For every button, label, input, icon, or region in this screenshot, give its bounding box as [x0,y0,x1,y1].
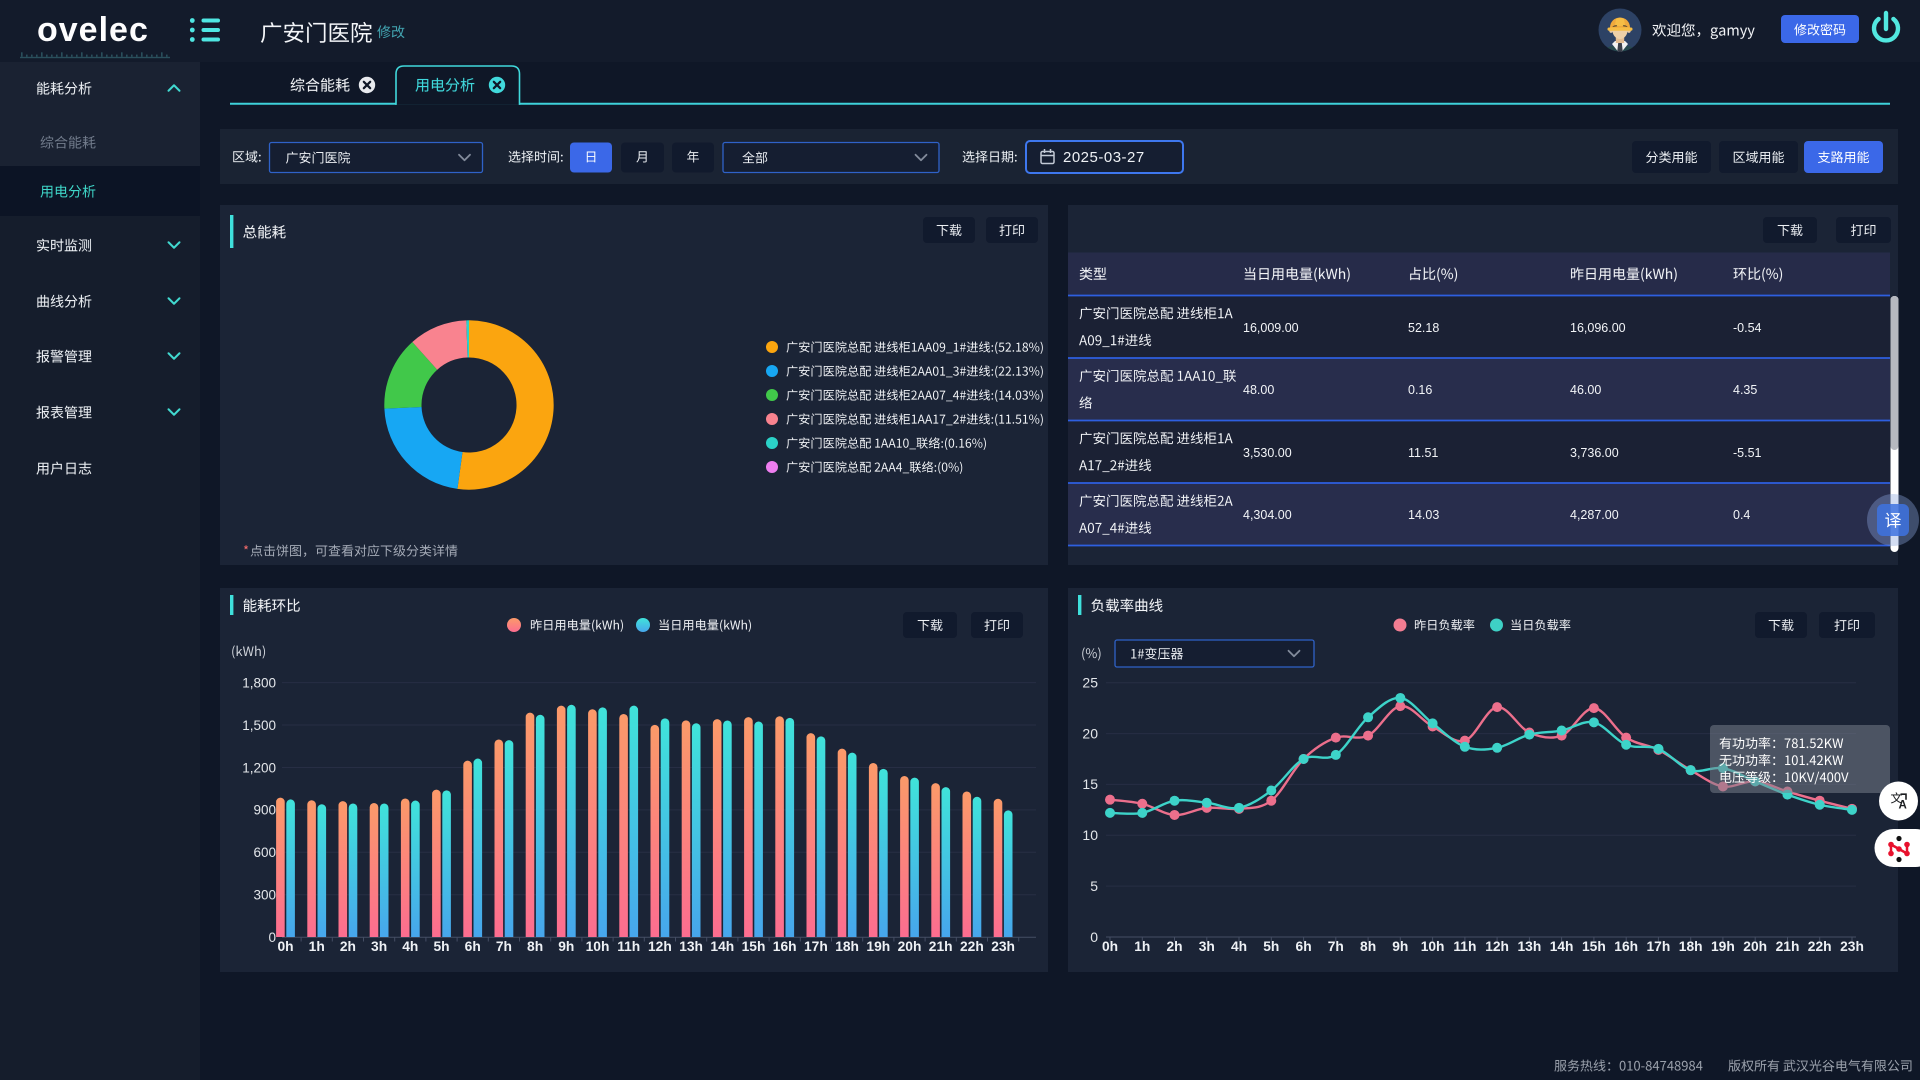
svg-text:20h: 20h [898,939,922,954]
svg-text:18h: 18h [835,939,859,954]
svg-text:11h: 11h [617,939,640,954]
svg-text:12h: 12h [648,939,672,954]
svg-text:13h: 13h [679,939,703,954]
svg-text:6h: 6h [465,939,481,954]
svg-text:16,009.00: 16,009.00 [1243,321,1299,335]
svg-text:25: 25 [1082,675,1098,691]
svg-text:14h: 14h [710,939,734,954]
svg-text:20: 20 [1082,725,1098,741]
svg-text:1h: 1h [309,939,325,954]
svg-text:4.35: 4.35 [1733,383,1757,397]
svg-text:48.00: 48.00 [1243,383,1274,397]
svg-text:3h: 3h [371,939,387,954]
svg-text:4h: 4h [402,939,418,954]
svg-text:9h: 9h [558,939,574,954]
svg-text:17h: 17h [804,939,828,954]
svg-text:16h: 16h [773,939,797,954]
svg-text:-0.54: -0.54 [1733,321,1762,335]
svg-text:23h: 23h [991,939,1015,954]
svg-text:ovelec: ovelec [37,11,149,49]
svg-text:21h: 21h [929,939,953,954]
svg-text:1,500: 1,500 [242,718,276,733]
svg-text:11.51: 11.51 [1408,446,1438,460]
svg-text:-5.51: -5.51 [1733,446,1762,460]
svg-text:15h: 15h [742,939,766,954]
svg-text:0.4: 0.4 [1733,508,1750,522]
svg-text:3,736.00: 3,736.00 [1570,446,1619,460]
svg-text:0: 0 [268,930,276,945]
svg-text:46.00: 46.00 [1570,383,1601,397]
svg-text:3,530.00: 3,530.00 [1243,446,1292,460]
svg-text:A: A [1899,800,1907,812]
svg-text:600: 600 [253,845,276,860]
svg-text:10h: 10h [586,939,610,954]
svg-text:14.03: 14.03 [1408,508,1439,522]
svg-text:1,800: 1,800 [242,675,276,690]
svg-text:16,096.00: 16,096.00 [1570,321,1626,335]
svg-text:5: 5 [1090,878,1098,894]
svg-text:22h: 22h [960,939,984,954]
svg-text:300: 300 [253,888,276,903]
svg-text:10: 10 [1082,827,1098,843]
svg-text:52.18: 52.18 [1408,321,1439,335]
svg-text:7h: 7h [496,939,512,954]
svg-text:2025-03-27: 2025-03-27 [1063,149,1145,166]
svg-text:0h: 0h [277,939,293,954]
svg-text:900: 900 [253,803,276,818]
svg-text:4,287.00: 4,287.00 [1570,508,1619,522]
svg-text:0: 0 [1090,929,1098,945]
svg-text:4,304.00: 4,304.00 [1243,508,1292,522]
svg-text:8h: 8h [527,939,543,954]
svg-text:19h: 19h [866,939,890,954]
svg-text:1,200: 1,200 [242,760,276,775]
svg-text:2h: 2h [340,939,356,954]
svg-text:5h: 5h [433,939,449,954]
svg-text:15: 15 [1082,776,1098,792]
svg-text:0.16: 0.16 [1408,383,1432,397]
